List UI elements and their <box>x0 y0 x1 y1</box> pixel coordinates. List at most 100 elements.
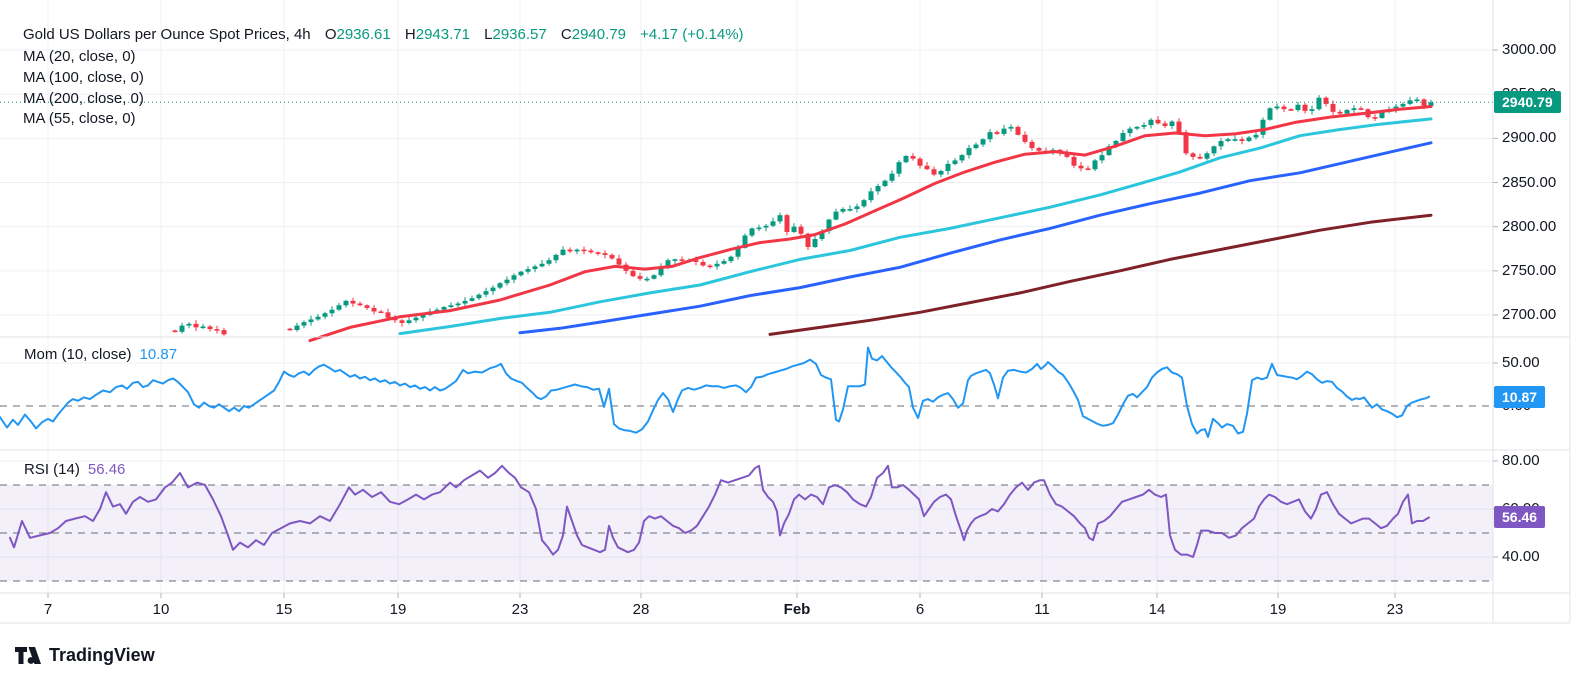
candle-body <box>540 264 545 267</box>
candle-body <box>932 169 937 174</box>
rsi-tick-label: 80.00 <box>1502 452 1540 469</box>
symbol-title: Gold US Dollars per Ounce Spot Prices, 4… <box>23 26 311 43</box>
symbol-header: Gold US Dollars per Ounce Spot Prices, 4… <box>23 26 744 43</box>
last-price-badge: 2940.79 <box>1494 91 1561 113</box>
candle-body <box>988 132 993 139</box>
candle-body <box>722 261 727 264</box>
candle-body <box>729 257 734 261</box>
candle-body <box>848 209 853 211</box>
candle-body <box>1121 133 1126 141</box>
candle-body <box>386 312 391 317</box>
candle-body <box>1296 105 1301 110</box>
candle-body <box>918 159 923 166</box>
time-axis-label: 23 <box>512 601 529 618</box>
candle-body <box>778 215 783 221</box>
candle-body <box>1324 98 1329 104</box>
time-axis-label: 6 <box>916 601 924 618</box>
candle-body <box>505 280 510 284</box>
candle-body <box>645 279 650 281</box>
candle-body <box>1282 107 1287 110</box>
candle-body <box>1373 117 1378 119</box>
candle-body <box>330 310 335 314</box>
candle-body <box>1247 137 1252 141</box>
candle-body <box>897 162 902 173</box>
momentum-indicator-label[interactable]: Mom (10, close)10.87 <box>24 346 177 363</box>
ohlc-open-value: 2936.61 <box>336 26 390 43</box>
candle-body <box>967 148 972 155</box>
ohlc-close-value: 2940.79 <box>572 26 626 43</box>
candle-body <box>568 250 573 252</box>
rsi-indicator-label[interactable]: RSI (14)56.46 <box>24 461 125 478</box>
candle-body <box>1401 104 1406 107</box>
candle-body <box>673 259 678 261</box>
time-axis-label: 19 <box>1270 601 1287 618</box>
price-tick-label: 2850.00 <box>1502 174 1556 191</box>
ohlc-change: +4.17 (+0.14%) <box>640 26 743 43</box>
candle-body <box>1268 108 1273 119</box>
ma-legend-100[interactable]: MA (100, close, 0) <box>23 69 144 86</box>
candle-body <box>603 253 608 255</box>
candle-body <box>1352 108 1357 110</box>
tradingview-logo[interactable]: TradingView <box>15 645 155 666</box>
candle-body <box>946 164 951 171</box>
price-tick-label: 2750.00 <box>1502 262 1556 279</box>
candle-body <box>799 227 804 234</box>
candle-body <box>323 313 328 317</box>
rsi-tick-label: 40.00 <box>1502 548 1540 565</box>
candle-body <box>309 319 314 322</box>
time-axis-label: 15 <box>276 601 293 618</box>
time-axis-label: 28 <box>633 601 650 618</box>
candle-body <box>1142 125 1147 127</box>
candle-body <box>1303 105 1308 111</box>
candle-body <box>1149 120 1154 125</box>
candle-body <box>792 227 797 232</box>
candle-body <box>1009 127 1014 129</box>
ohlc-open-label: O <box>325 26 337 43</box>
candle-body <box>1177 122 1182 133</box>
candle-body <box>883 181 888 186</box>
candle-body <box>215 329 220 331</box>
ma-legend-20[interactable]: MA (20, close, 0) <box>23 48 136 65</box>
candle-body <box>652 275 657 279</box>
candle-body <box>911 156 916 159</box>
candle-body <box>589 251 594 253</box>
candle-body <box>750 228 755 235</box>
candle-body <box>1240 139 1245 141</box>
momentum-value: 10.87 <box>140 346 178 363</box>
candle-body <box>1170 122 1175 126</box>
candle-body <box>1037 148 1042 151</box>
candle-body <box>173 330 178 332</box>
price-tick-label: 2700.00 <box>1502 306 1556 323</box>
time-axis-label: 11 <box>1034 601 1050 618</box>
ma-legend-55[interactable]: MA (55, close, 0) <box>23 110 136 127</box>
candle-body <box>547 260 552 264</box>
candle-body <box>1289 109 1294 111</box>
candle-body <box>180 326 185 332</box>
chart-canvas[interactable] <box>0 0 1581 674</box>
candle-body <box>582 250 587 252</box>
candle-body <box>1163 123 1168 126</box>
candle-body <box>757 228 762 230</box>
candle-body <box>1086 168 1091 170</box>
ma20-line <box>310 107 1431 341</box>
candle-body <box>316 317 321 320</box>
candle-body <box>442 307 447 310</box>
candle-body <box>981 139 986 144</box>
candle-body <box>561 250 566 255</box>
ma-legend-200[interactable]: MA (200, close, 0) <box>23 90 144 107</box>
candle-body <box>400 320 405 323</box>
candle-body <box>939 171 944 175</box>
candle-body <box>785 215 790 232</box>
time-axis-label: 19 <box>390 601 407 618</box>
candle-body <box>813 239 818 247</box>
candle-body <box>1317 98 1322 109</box>
candle-body <box>372 308 377 312</box>
candle-body <box>680 259 685 261</box>
candle-body <box>596 252 601 254</box>
momentum-line <box>0 348 1429 438</box>
candle-body <box>960 155 965 160</box>
candle-body <box>491 288 496 292</box>
candle-body <box>638 276 643 279</box>
candle-body <box>841 209 846 212</box>
candle-body <box>701 262 706 266</box>
